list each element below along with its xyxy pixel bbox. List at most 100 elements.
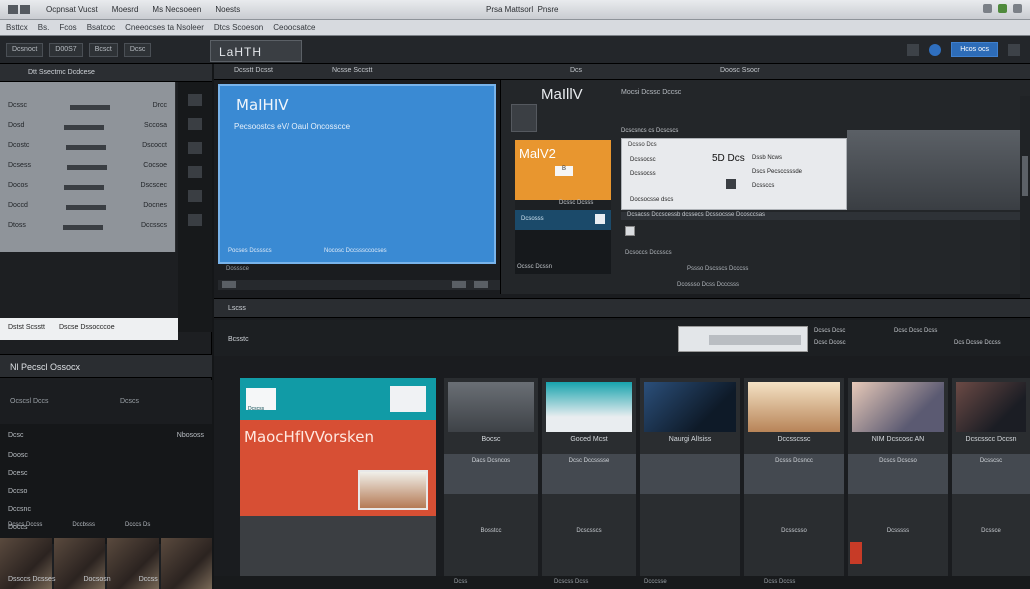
export-icon[interactable] — [595, 214, 605, 224]
grid-icon[interactable] — [907, 44, 919, 56]
menu2-item-5[interactable]: Cneeocses ta Nsoleer — [125, 23, 204, 32]
feature-card[interactable]: Dcscss MaocHfIVVorsken — [240, 378, 436, 589]
prop-row[interactable]: DcsessCocsoe — [8, 162, 167, 174]
menu2-item-3[interactable]: Fcos — [59, 23, 76, 32]
status-footer: Dcss Dcscss Dcss Dcccsse Dcss Dccss — [214, 576, 1030, 589]
tool-strip — [178, 82, 212, 332]
blue-preview-card[interactable]: MaIHIV Pecsoostcs eV/ Oaul Oncosscce Poc… — [218, 84, 496, 264]
tool-icon[interactable] — [188, 214, 202, 226]
film-label: Dcscs Dccss — [8, 522, 42, 528]
toolbar-button-3[interactable]: Bcsct — [89, 43, 118, 57]
tile-band: Dacs Dcsncos — [444, 454, 538, 494]
list-item[interactable]: Doosc — [8, 452, 204, 464]
left-dock-header: Dtt Ssectmc Dcdcese — [0, 64, 212, 82]
film-bottom-labels: Dssccs Dcsses Docsosn Dccss — [0, 576, 212, 588]
properties-panel: DcsscDrcc DosdSccosa DcostcDscocct Dcses… — [0, 82, 176, 252]
tool-icon[interactable] — [188, 118, 202, 130]
dialog-title: Dcsso Dcs — [628, 142, 657, 148]
teal-strip[interactable]: Dcsosss — [515, 210, 611, 230]
prop-row[interactable]: DocosDscscec — [8, 182, 167, 194]
tab-1[interactable]: Dcsstt Dcsst — [234, 67, 273, 74]
close-icon[interactable] — [1013, 4, 1022, 13]
record-marker[interactable] — [850, 542, 862, 564]
mid-preview[interactable] — [678, 326, 808, 352]
gallery-tile[interactable]: Goced Mcst Dcsc Dccsssse Dcscsscs — [542, 378, 636, 589]
mid-toolbar-label: Bcsstc — [228, 336, 249, 343]
tile-image — [852, 382, 944, 432]
gallery-tile[interactable]: NIM Dcscosc AN Dcscs Dcscso Dcsssss — [848, 378, 948, 589]
tool-icon[interactable] — [188, 166, 202, 178]
dialog-row: Dssb Ncws — [752, 155, 782, 161]
prop-row[interactable]: DtossDccsscs — [8, 222, 167, 234]
toolbar-button-4[interactable]: Dcsc — [124, 43, 152, 57]
tool-icon[interactable] — [188, 190, 202, 202]
tab-3[interactable]: Dcs — [570, 67, 582, 74]
menu-item-4[interactable]: Noests — [215, 5, 240, 16]
list-item[interactable]: Dccsnc — [8, 506, 204, 518]
orange-card-button[interactable]: B — [555, 166, 573, 176]
prop-row[interactable]: DcostcDscocct — [8, 142, 167, 154]
dialog-row: Dscs Pecsccsssde — [752, 169, 802, 175]
scroll-end-icon[interactable] — [474, 281, 488, 288]
menu-item-1[interactable]: Ocpnsat Vucst — [46, 5, 98, 16]
vertical-scrollbar[interactable] — [1020, 96, 1030, 310]
left-dock-tab[interactable]: Dstst Scsstt Dscse Dssocccoe — [0, 318, 178, 340]
footer-item: Dcss — [454, 579, 467, 585]
blue-card-footer-left: Pocses Dcssscs — [228, 248, 272, 254]
dialog-big-text: 5D Dcs — [712, 153, 745, 164]
gallery-tile[interactable]: Naurgi AlIsiss — [640, 378, 740, 589]
right-pane-title: MaIllV — [541, 86, 583, 103]
tile-footer: Bosstcc — [444, 528, 538, 534]
menu2-item-7[interactable]: Ceoocsatce — [273, 23, 315, 32]
scroll-thumb[interactable] — [1022, 156, 1028, 196]
tile-footer: Dcscsscs — [542, 528, 636, 534]
dialog-row: Dcssocsc — [630, 157, 656, 163]
orange-card[interactable]: MalV2 B — [515, 140, 611, 200]
film-bottom-label: Dccss — [139, 576, 158, 588]
menu2-item-4[interactable]: Bsatcoc — [87, 23, 115, 32]
tab-2[interactable]: Ncsse Sccstt — [332, 67, 372, 74]
gallery-tile[interactable]: Dccsscssc Dcsss Dcsncc Dcsscsso — [744, 378, 844, 589]
gallery-tile[interactable]: Bocsc Dacs Dcsncos Bosstcc — [444, 378, 538, 589]
logo-tab[interactable]: LaHTH — [210, 40, 302, 62]
prop-row[interactable]: DosdSccosa — [8, 122, 167, 134]
primary-button[interactable]: Hcos ocs — [951, 42, 998, 57]
section-header[interactable]: Nl Pecscl Ossocx — [0, 354, 212, 378]
tile-caption: Bocsc — [444, 436, 538, 443]
footer-item: Dcccsse — [644, 579, 667, 585]
scroll-left-icon[interactable] — [222, 281, 236, 288]
tool-icon[interactable] — [188, 142, 202, 154]
title-bar: Ocpnsat Vucst Moesrd Ms Necsoeen Noests … — [0, 0, 1030, 20]
toolbar-button-1[interactable]: Dcsnoct — [6, 43, 43, 57]
menu-item-2[interactable]: Moesrd — [112, 5, 139, 16]
scroll-right-icon[interactable] — [452, 281, 466, 288]
tile-band: Dcsscsc — [952, 454, 1030, 494]
tool-icon[interactable] — [188, 94, 202, 106]
prop-row[interactable]: DoccdDocnes — [8, 202, 167, 214]
mid-bar: Lscss — [214, 298, 1030, 318]
thumbnail-icon[interactable] — [511, 104, 537, 132]
horizontal-scrollbar[interactable] — [218, 280, 500, 290]
search-icon[interactable] — [929, 44, 941, 56]
tile-caption: NIM Dcscosc AN — [848, 436, 948, 443]
app-icon[interactable] — [8, 5, 32, 16]
menu2-item-1[interactable]: Bsttcx — [6, 23, 28, 32]
tab-4[interactable]: Doosc Ssocr — [720, 67, 760, 74]
sub-right: Dcscs — [120, 398, 139, 405]
film-label: Dcccs Ds — [125, 522, 150, 528]
prop-row[interactable]: DcsscDrcc — [8, 102, 167, 114]
list-item[interactable]: Dcesc — [8, 470, 204, 482]
settings-icon[interactable] — [1008, 44, 1020, 56]
toolbar-button-2[interactable]: D00S7 — [49, 43, 82, 57]
menu-item-3[interactable]: Ms Necsoeen — [152, 5, 201, 16]
menu2-item-2[interactable]: Bs. — [38, 23, 50, 32]
checkbox[interactable] — [625, 226, 635, 236]
list-item[interactable]: Dccso — [8, 488, 204, 500]
feature-title: MaocHfIVVorsken — [244, 428, 374, 446]
menu2-item-6[interactable]: Dtcs Scoeson — [214, 23, 263, 32]
section-sub: Ocscsl Dccs Dcscs — [0, 380, 212, 424]
maximize-icon[interactable] — [998, 4, 1007, 13]
minimize-icon[interactable] — [983, 4, 992, 13]
gallery-tile[interactable]: Dcscsscc Dccsn Dcsscsc Dcssce — [952, 378, 1030, 589]
film-label: Dccbsss — [72, 522, 95, 528]
